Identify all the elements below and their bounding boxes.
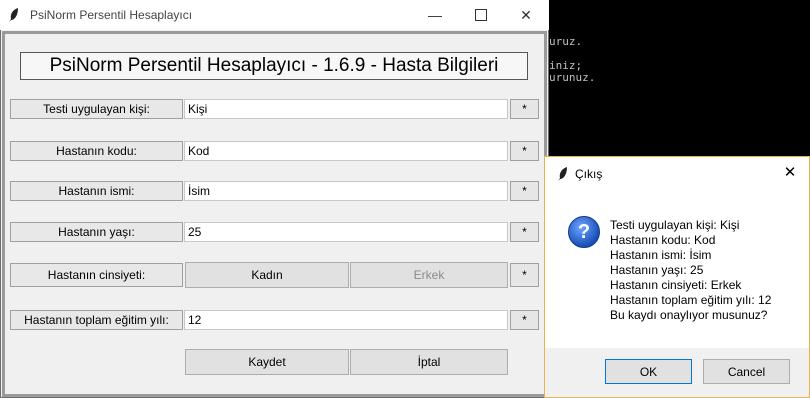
save-button[interactable]: Kaydet — [185, 349, 349, 375]
main-titlebar[interactable]: PsiNorm Persentil Hesaplayıcı — ✕ — [0, 0, 549, 30]
name-label: Hastanın ismi: — [10, 181, 183, 201]
close-icon: ✕ — [783, 164, 797, 181]
gender-label: Hastanın cinsiyeti: — [10, 263, 183, 287]
age-input[interactable]: 25 — [184, 222, 508, 242]
maximize-icon — [475, 9, 487, 21]
minimize-button[interactable]: — — [412, 0, 458, 30]
code-label: Hastanın kodu: — [10, 141, 183, 161]
code-input[interactable]: Kod — [184, 141, 508, 161]
age-label: Hastanın yaşı: — [10, 222, 183, 242]
dialog-message-line: Hastanın ismi: İsim — [610, 248, 712, 262]
dialog-titlebar[interactable]: Çıkış ✕ — [545, 157, 809, 188]
dialog-message-line: Hastanın toplam eğitim yılı: 12 — [610, 293, 772, 307]
feather-icon — [9, 8, 18, 22]
tester-label: Testi uygulayan kişi: — [10, 99, 183, 119]
feather-icon — [558, 167, 567, 181]
maximize-button[interactable] — [458, 0, 504, 30]
main-content — [2, 31, 547, 397]
gender-male-button[interactable]: Erkek — [350, 262, 508, 288]
cancel-button[interactable]: İptal — [350, 349, 508, 375]
gender-female-button[interactable]: Kadın — [185, 262, 349, 288]
education-input[interactable]: 12 — [184, 310, 508, 330]
dialog-message-line: Hastanın yaşı: 25 — [610, 263, 704, 277]
close-button[interactable]: ✕ — [503, 0, 549, 30]
education-label: Hastanın toplam eğitim yılı: — [10, 310, 183, 330]
dialog-message-line: Hastanın kodu: Kod — [610, 233, 716, 247]
dialog-message-line: Testi uygulayan kişi: Kişi — [610, 218, 740, 232]
name-star-button[interactable]: * — [510, 181, 539, 201]
dialog-message-line: Bu kaydı onaylıyor musunuz? — [610, 308, 768, 322]
close-icon: ✕ — [520, 6, 532, 23]
window-title: PsiNorm Persentil Hesaplayıcı — [30, 8, 193, 22]
tester-star-button[interactable]: * — [510, 99, 539, 119]
tester-input[interactable]: Kişi — [184, 99, 508, 119]
ok-button[interactable]: OK — [605, 359, 692, 384]
console-line: urunuz. — [549, 71, 596, 84]
page-heading: PsiNorm Persentil Hesaplayıcı - 1.6.9 - … — [20, 52, 528, 80]
dialog-cancel-button[interactable]: Cancel — [703, 359, 790, 384]
gender-star-button[interactable]: * — [510, 263, 539, 287]
education-star-button[interactable]: * — [510, 310, 539, 330]
name-input[interactable]: İsim — [184, 181, 508, 201]
code-star-button[interactable]: * — [510, 141, 539, 161]
dialog-close-button[interactable]: ✕ — [777, 160, 803, 184]
dialog-message-line: Hastanın cinsiyeti: Erkek — [610, 278, 742, 292]
age-star-button[interactable]: * — [510, 222, 539, 242]
dialog-title: Çıkış — [575, 167, 603, 181]
question-icon: ? — [568, 216, 600, 248]
minimize-icon: — — [428, 7, 442, 23]
console-line: uruz. — [549, 35, 583, 48]
